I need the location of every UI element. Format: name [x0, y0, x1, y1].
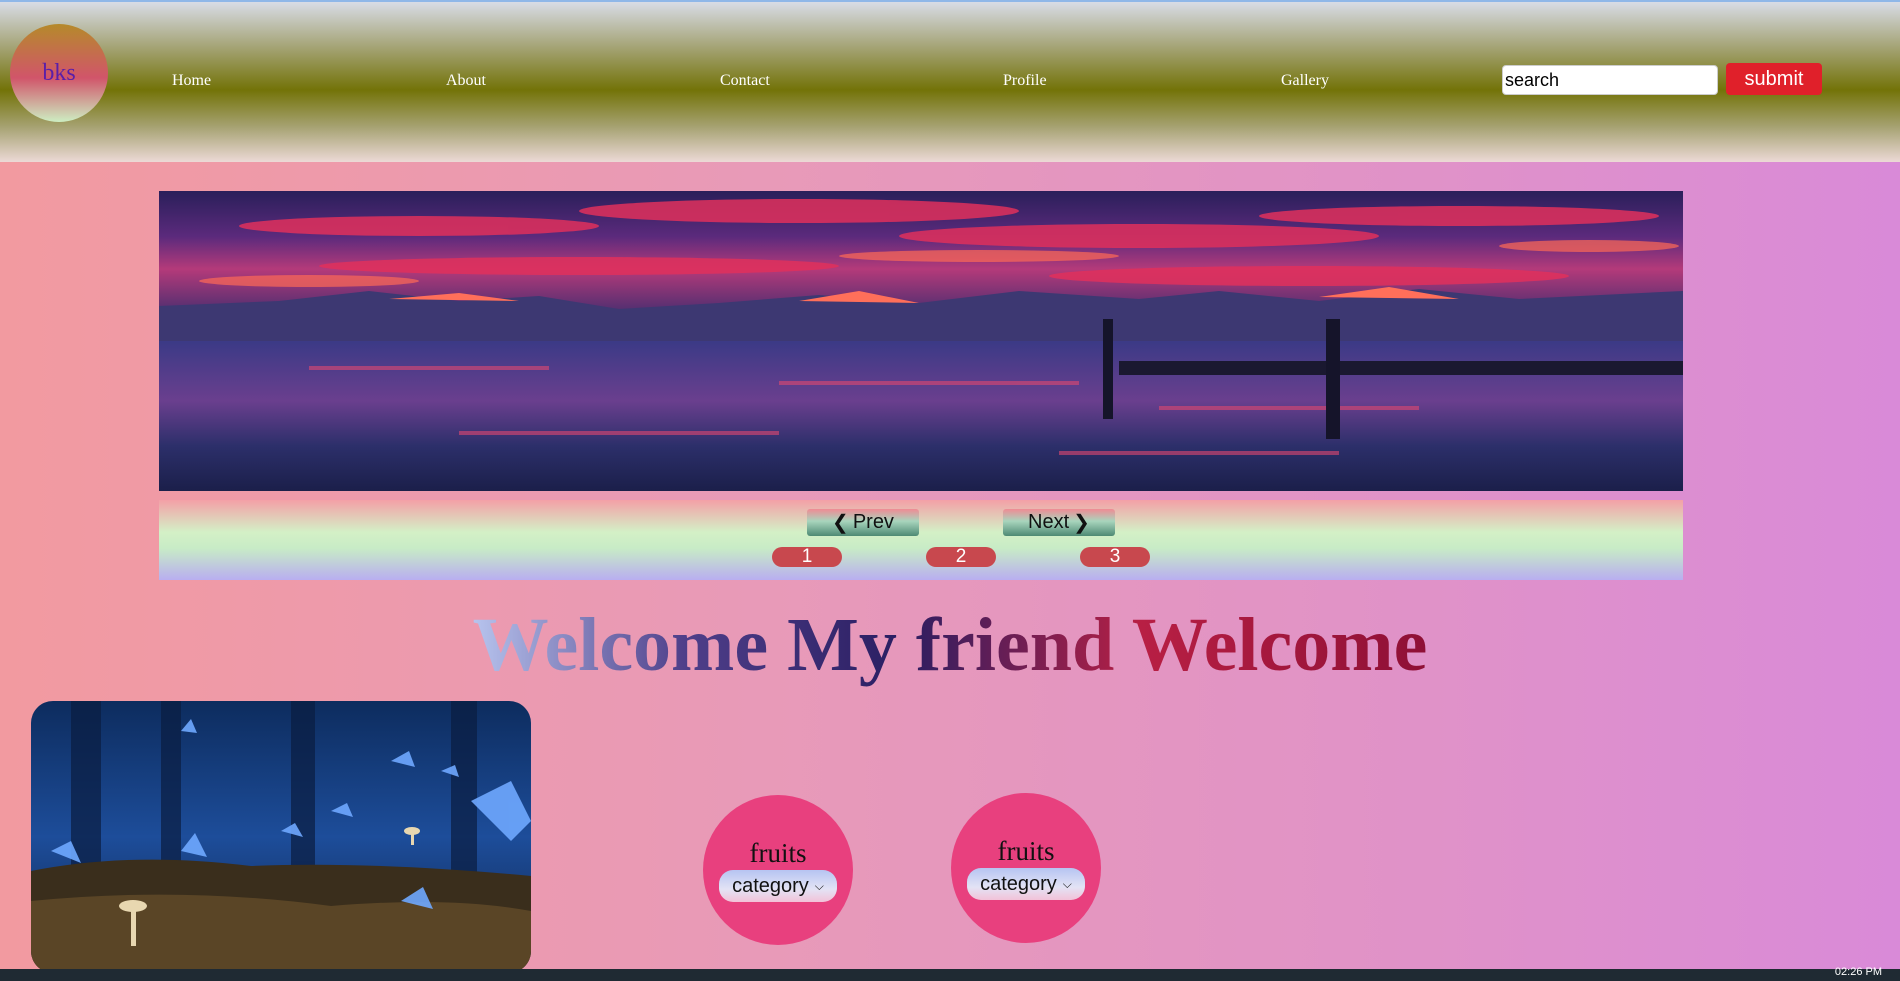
fruits-card-1: fruits category ⌵ [703, 795, 853, 945]
chevron-right-icon: ❯ [1073, 512, 1090, 534]
nav-home[interactable]: Home [172, 72, 211, 90]
next-button[interactable]: Next ❯ [1003, 509, 1115, 536]
card-title: fruits [749, 838, 807, 868]
header: bks Home About Contact Profile Gallery s… [0, 0, 1900, 162]
page-dot-2[interactable]: 2 [926, 546, 996, 567]
next-label: Next [1028, 511, 1070, 533]
welcome-text: Welcome My friend Welcome [472, 603, 1428, 687]
card-title: fruits [997, 836, 1055, 866]
page-dot-3[interactable]: 3 [1080, 546, 1150, 567]
page-dot-1[interactable]: 1 [772, 546, 842, 567]
select-value: category [732, 874, 809, 897]
nav-profile[interactable]: Profile [1003, 72, 1047, 90]
slider-controls: ❮ Prev Next ❯ 1 2 3 [159, 500, 1683, 580]
taskbar: 02:26 PM [0, 966, 1900, 981]
category-select[interactable]: category ⌵ [967, 868, 1085, 900]
submit-button[interactable]: submit [1726, 63, 1822, 95]
fruits-card-2: fruits category ⌵ [951, 793, 1101, 943]
prev-label: Prev [852, 511, 894, 533]
butterfly-image [31, 701, 531, 973]
nav-about[interactable]: About [446, 72, 486, 90]
slider-image [159, 191, 1683, 491]
chevron-down-icon: ⌵ [814, 878, 824, 893]
logo[interactable]: bks [10, 24, 108, 122]
chevron-down-icon: ⌵ [1062, 876, 1072, 891]
nav-gallery[interactable]: Gallery [1281, 72, 1329, 90]
nav-contact[interactable]: Contact [720, 72, 770, 90]
logo-text: bks [42, 59, 76, 86]
taskbar-clock: 02:26 PM [1834, 966, 1882, 978]
search-input[interactable] [1502, 65, 1718, 95]
prev-button[interactable]: ❮ Prev [807, 509, 919, 536]
select-value: category [980, 872, 1057, 895]
chevron-left-icon: ❮ [832, 512, 849, 534]
category-select[interactable]: category ⌵ [719, 870, 837, 902]
welcome-heading: Welcome My friend Welcome [0, 600, 1900, 690]
